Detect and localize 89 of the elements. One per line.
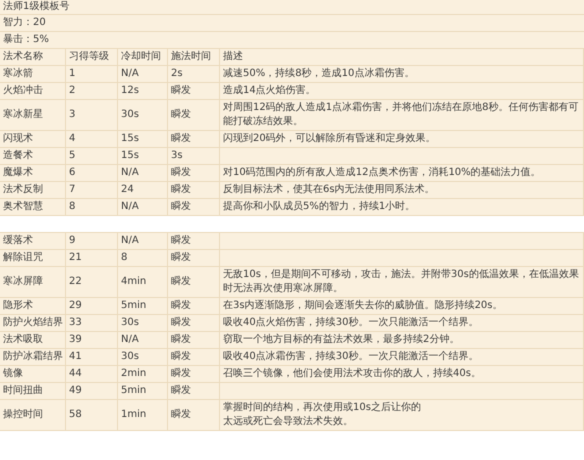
table-cell: 暴击：5% [0,32,584,49]
table-cell: N/A [118,199,168,216]
table-cell: 隐形术 [0,298,66,315]
table-cell: 掌握时间的结构，再次使用或10s之后让你的 太远或死亡会导致法术失效。 [220,400,584,431]
table-cell: 减速50%，持续8秒，造成10点冰霜伤害。 [220,66,584,83]
table-cell: 瞬发 [168,366,220,383]
table-cell: 闪现术 [0,131,66,148]
table-cell: 召唤三个镜像，他们会使用法术攻击你的敌人，持续40s。 [220,366,584,383]
table-cell: 瞬发 [168,199,220,216]
table-cell: 49 [66,383,118,400]
table-cell: 瞬发 [168,131,220,148]
table-cell: 39 [66,332,118,349]
table-cell: 闪现到20码外，可以解除所有昏迷和定身效果。 [220,131,584,148]
table-cell: 窃取一个地方目标的有益法术效果，最多持续2分钟。 [220,332,584,349]
table-cell: 15s [118,131,168,148]
table-cell: 7 [66,182,118,199]
table-cell: 火焰冲击 [0,83,66,100]
table-cell: 瞬发 [168,233,220,250]
table-cell: 瞬发 [168,349,220,366]
table-cell: 44 [66,366,118,383]
table-cell: 58 [66,400,118,431]
table-cell: 30s [118,315,168,332]
table-cell: 2min [118,366,168,383]
table-cell: 奥术智慧 [0,199,66,216]
table-cell: 33 [66,315,118,332]
table-cell: 造成14点火焰伤害。 [220,83,584,100]
table-cell: 在3s内逐渐隐形，期间会逐渐失去你的威胁值。隐形持续20s。 [220,298,584,315]
table-cell: 30s [118,100,168,131]
table-cell: 无敌10s，但是期间不可移动，攻击，施法。并附带30s的低温效果，在低温效果时无法再次使用寒冰屏障。 [220,267,584,298]
table-cell: 瞬发 [168,83,220,100]
table-cell: 法术反制 [0,182,66,199]
table-cell: 15s [118,148,168,165]
table-cell: 29 [66,298,118,315]
table-cell: 对10码范围内的所有敌人造成12点奥术伤害，消耗10%的基础法力值。 [220,165,584,182]
table-cell: 3 [66,100,118,131]
table-cell: 5min [118,383,168,400]
table-cell: N/A [118,66,168,83]
table-cell: 2 [66,83,118,100]
table-cell: 瞬发 [168,400,220,431]
table-cell: N/A [118,332,168,349]
table-cell: N/A [118,233,168,250]
table-cell: 瞬发 [168,315,220,332]
table-cell: 瞬发 [168,267,220,298]
table-cell: 9 [66,233,118,250]
table-cell: 解除诅咒 [0,250,66,267]
table-cell: 防护火焰结界 [0,315,66,332]
table-cell: 21 [66,250,118,267]
table-cell: 寒冰箭 [0,66,66,83]
table-cell: 8 [66,199,118,216]
table-cell: 提高你和小队成员5%的智力，持续1小时。 [220,199,584,216]
table-cell: 8 [118,250,168,267]
table-cell: 22 [66,267,118,298]
table-title: 法师1级模板号 [0,0,584,15]
table-cell: 寒冰新星 [0,100,66,131]
table-cell: 瞬发 [168,182,220,199]
table-cell: N/A [118,165,168,182]
table-cell: 防护冰霜结界 [0,349,66,366]
table-cell: 时间扭曲 [0,383,66,400]
table-cell: 6 [66,165,118,182]
table-cell: 3s [168,148,220,165]
table-cell: 12s [118,83,168,100]
table-cell: 造餐术 [0,148,66,165]
table-cell: 1min [118,400,168,431]
table-cell: 吸收40点冰霜伤害，持续30秒。一次只能激活一个结界。 [220,349,584,366]
table-cell: 镜像 [0,366,66,383]
table-cell: 反制目标法术，使其在6s内无法使用同系法术。 [220,182,584,199]
table-cell: 寒冰屏障 [0,267,66,298]
table-cell: 操控时间 [0,400,66,431]
table-cell: 2s [168,66,220,83]
table-cell: 吸收40点火焰伤害，持续30秒。一次只能激活一个结界。 [220,315,584,332]
table-cell: 法术吸取 [0,332,66,349]
table-cell: 4min [118,267,168,298]
table-cell: 4 [66,131,118,148]
table-cell: 瞬发 [168,165,220,182]
table-cell: 瞬发 [168,383,220,400]
table-cell: 缓落术 [0,233,66,250]
table-cell: 魔爆术 [0,165,66,182]
table-cell: 瞬发 [168,298,220,315]
table-cell: 5 [66,148,118,165]
table-cell: 30s [118,349,168,366]
table-cell: 1 [66,66,118,83]
table-cell: 智力：20 [0,15,584,32]
table-cell: 41 [66,349,118,366]
table-cell: 瞬发 [168,250,220,267]
table-cell: 瞬发 [168,100,220,131]
table-cell: 对周围12码的敌人造成1点冰霜伤害，并将他们冻结在原地8秒。任何伤害都有可能打破冻结效果。 [220,100,584,131]
table-cell: 5min [118,298,168,315]
table-cell: 24 [118,182,168,199]
table-cell: 瞬发 [168,332,220,349]
